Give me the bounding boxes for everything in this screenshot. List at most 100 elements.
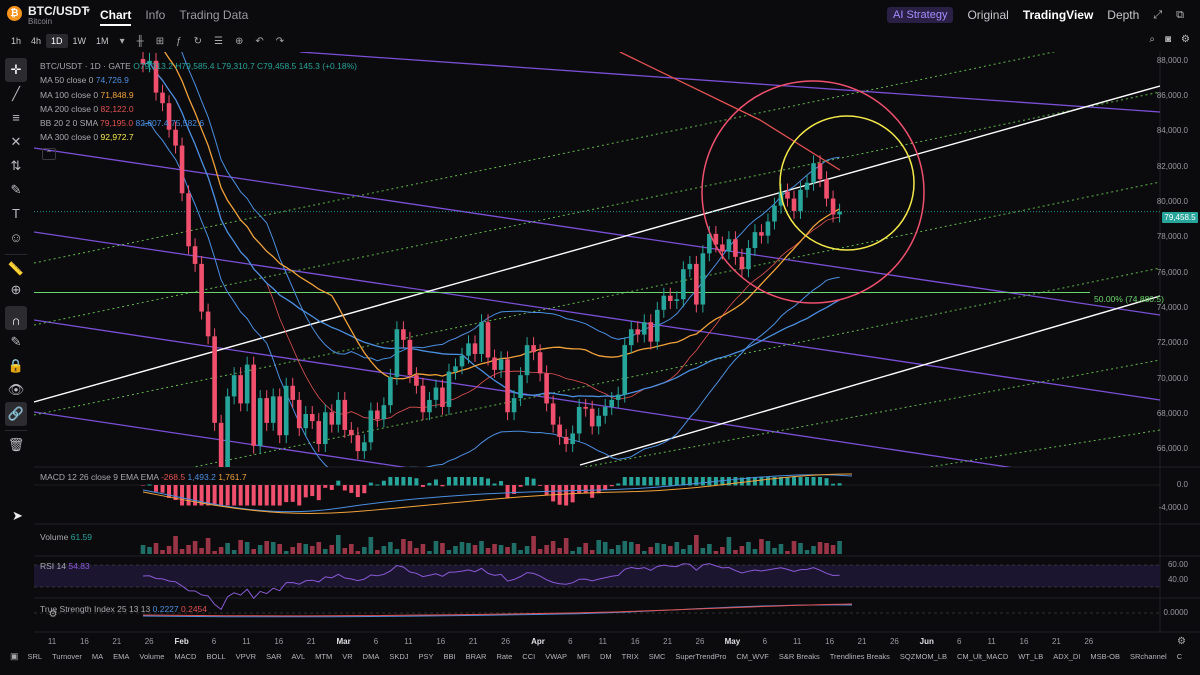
indicator-compare-icon[interactable]: ⊞ [150,36,170,47]
expand-icon[interactable]: ⤢ [1153,9,1162,22]
view-original[interactable]: Original [967,8,1008,22]
indicator-shortcut[interactable]: TRIX [617,652,644,661]
text-icon[interactable]: T [5,202,27,226]
volume-bar [707,544,712,554]
tab-trading-data[interactable]: Trading Data [179,8,248,26]
tab-chart[interactable]: Chart [100,8,132,26]
trash-icon[interactable]: 🗑 [5,430,27,454]
gear-icon[interactable]: ⚙ [46,608,60,622]
collapse-legend-button[interactable]: ⌃ [42,148,56,160]
indicator-shortcut[interactable]: Volume [134,652,169,661]
candle-body [290,385,296,400]
pattern-icon[interactable]: ✕ [5,130,27,154]
indicators-icon[interactable]: ƒ [170,36,188,47]
candle-body [674,299,680,301]
undo-icon[interactable]: ↶ [249,36,269,47]
legend-ma50-value: 74,726.9 [95,75,129,86]
timeframe-1h[interactable]: 1h [6,34,26,48]
chevron-down-icon[interactable]: ▾ [86,6,90,15]
indicator-shortcut[interactable]: SRL [23,652,48,661]
ruler-icon[interactable]: 📏 [5,254,27,278]
indicator-shortcut[interactable]: BRAR [461,652,492,661]
indicator-shortcut[interactable]: Turnover [47,652,87,661]
replay-icon[interactable]: ↻ [188,36,208,47]
indicator-shortcut[interactable]: Trendlines Breaks [825,652,895,661]
indicator-shortcut[interactable]: EMA [108,652,134,661]
macd-bar [453,477,458,486]
add-alert-icon[interactable]: ⊕ [229,36,249,47]
indicator-shortcut[interactable]: DM [595,652,617,661]
indicator-shortcut[interactable]: C [1172,652,1187,661]
indicator-shortcut[interactable]: MTM [310,652,337,661]
crosshair-icon[interactable]: ✛ [5,58,27,82]
indicator-shortcut[interactable]: WT_LB [1013,652,1048,661]
time-axis-label: 26 [144,637,154,646]
indicator-shortcut[interactable]: SRchannel [1125,652,1172,661]
timeframe-4h[interactable]: 4h [26,34,46,48]
indicators-menu-icon[interactable]: ▣ [0,651,23,662]
link-icon[interactable]: 🔗 [5,402,27,426]
candle-body [563,436,569,445]
lock-icon[interactable]: 🔒 [5,354,27,378]
indicator-shortcut[interactable]: MA [87,652,108,661]
view-tradingview[interactable]: TradingView [1023,8,1093,22]
search-icon[interactable]: ⌕ [1149,34,1155,45]
external-link-icon[interactable]: ⧉ [1176,9,1184,22]
volume-bar [746,542,751,554]
indicator-shortcut[interactable]: MSB-OB [1085,652,1125,661]
candle-body [466,343,471,356]
indicator-shortcut[interactable]: CM_Ult_MACD [952,652,1013,661]
eye-icon[interactable]: 👁 [5,378,27,402]
fib-retracement-icon[interactable]: ≡ [5,106,27,130]
prediction-icon[interactable]: ⇅ [5,154,27,178]
time-axis[interactable]: 11 16 21 26 Feb 6 11 16 21 Mar 6 11 16 21 26 Apr 6 11 16 21… [0,637,1160,647]
time-axis-label: 11 [793,637,802,646]
templates-icon[interactable]: ☰ [208,36,229,47]
indicator-shortcut[interactable]: VWAP [540,652,572,661]
zoom-icon[interactable]: ⊕ [5,278,27,302]
redo-icon[interactable]: ↷ [270,36,290,47]
tab-info[interactable]: Info [145,8,165,26]
bollinger-lower [142,122,840,467]
indicator-shortcut[interactable]: Rate [491,652,517,661]
indicator-shortcut[interactable]: MFI [572,652,595,661]
indicator-shortcut[interactable]: VR [337,652,357,661]
indicator-shortcut[interactable]: SMC [644,652,671,661]
view-depth[interactable]: Depth [1107,8,1139,22]
camera-icon[interactable]: ◙ [1165,34,1171,45]
indicator-shortcut[interactable]: VPVR [231,652,261,661]
pair-title[interactable]: BTC/USDT [28,4,89,18]
indicator-shortcut[interactable]: DMA [358,652,385,661]
timeframe-1d[interactable]: 1D [46,34,68,48]
indicator-shortcut[interactable]: CCI [517,652,540,661]
candle-body [309,414,315,422]
candle-type-icon[interactable]: ╫ [131,36,150,47]
emoji-icon[interactable]: ☺ [5,226,27,250]
indicator-shortcut[interactable]: AVL [287,652,311,661]
indicator-shortcut[interactable]: BBI [439,652,461,661]
ai-strategy-button[interactable]: AI Strategy [887,7,954,23]
chevron-down-icon[interactable]: ▾ [114,36,131,47]
volume-bar [160,550,165,554]
tsi-value-1: 0.2227 [152,604,179,614]
brush-icon[interactable]: ✎ [5,178,27,202]
indicator-shortcut[interactable]: ADX_DI [1048,652,1085,661]
indicator-shortcut[interactable]: SAR [261,652,286,661]
macd-bar [518,485,523,487]
indicator-shortcut[interactable]: CM_WVF [731,652,774,661]
timeframe-1w[interactable]: 1W [68,34,92,48]
trend-line-icon[interactable]: ╱ [5,82,27,106]
lock-drawing-icon[interactable]: ✎ [5,330,27,354]
price-axis-label: 72,000.0 [1156,338,1188,348]
magnet-icon[interactable]: ∩ [5,306,27,330]
indicator-shortcut[interactable]: SuperTrendPro [670,652,731,661]
indicator-shortcut[interactable]: SQZMOM_LB [895,652,952,661]
timeframe-1m[interactable]: 1M [91,34,114,48]
indicator-shortcut[interactable]: S&R Breaks [774,652,825,661]
indicator-shortcut[interactable]: SKDJ [384,652,413,661]
settings-icon[interactable]: ⚙ [1177,636,1186,647]
settings-icon[interactable]: ⚙ [1181,34,1190,45]
indicator-shortcut[interactable]: BOLL [201,652,230,661]
indicator-shortcut[interactable]: MACD [169,652,201,661]
indicator-shortcut[interactable]: PSY [414,652,439,661]
